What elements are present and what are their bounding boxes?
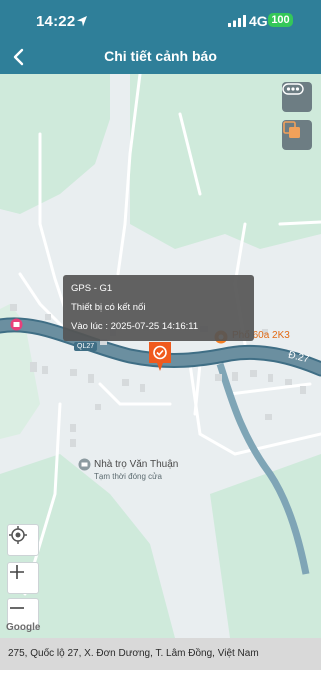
status-bar: 14:22 4G 100 <box>0 0 321 40</box>
my-location-button[interactable] <box>7 524 39 556</box>
zoom-in-button[interactable] <box>7 562 39 594</box>
lodging-status: Tạm thời đóng cửa <box>94 472 162 481</box>
popup-device: GPS - G1 <box>71 283 113 294</box>
lodging-name: Nhà trọ Văn Thuận <box>94 459 179 470</box>
header-bar: Chi tiết cảnh báo <box>0 40 321 74</box>
map-view[interactable]: QL27 Đ.27 Phố 60a 2K3 Nhà trọ Văn Thuận … <box>0 74 321 638</box>
lodging-pin-icon[interactable] <box>78 458 91 471</box>
map-layers-button[interactable] <box>282 120 312 150</box>
plus-icon <box>10 565 24 579</box>
road-label-ql27: QL27 <box>74 342 98 351</box>
bottom-safe-area <box>0 670 321 696</box>
status-time: 14:22 <box>36 13 76 30</box>
location-arrow-icon <box>77 16 87 27</box>
popup-event: Thiết bị có kết nối <box>71 302 146 313</box>
alert-info-popup: GPS - G1 Thiết bị có kết nối Vào lúc : 2… <box>63 275 254 341</box>
more-options-button[interactable] <box>282 82 312 112</box>
network-type: 4G <box>249 13 268 29</box>
popup-time: Vào lúc : 2025-07-25 14:16:11 <box>71 321 199 332</box>
poi-pin-icon[interactable] <box>10 318 23 331</box>
signal-icon <box>228 15 246 27</box>
vehicle-marker-icon[interactable] <box>147 341 173 372</box>
address-bar: 275, Quốc lộ 27, X. Đơn Dương, T. Lâm Đồ… <box>0 638 321 670</box>
battery-icon: 100 <box>268 13 293 27</box>
more-icon <box>282 83 304 95</box>
page-title: Chi tiết cảnh báo <box>104 48 217 64</box>
google-logo: Google <box>6 622 41 633</box>
minus-icon <box>10 607 24 609</box>
layers-icon <box>283 121 300 138</box>
crosshair-icon <box>9 526 27 544</box>
